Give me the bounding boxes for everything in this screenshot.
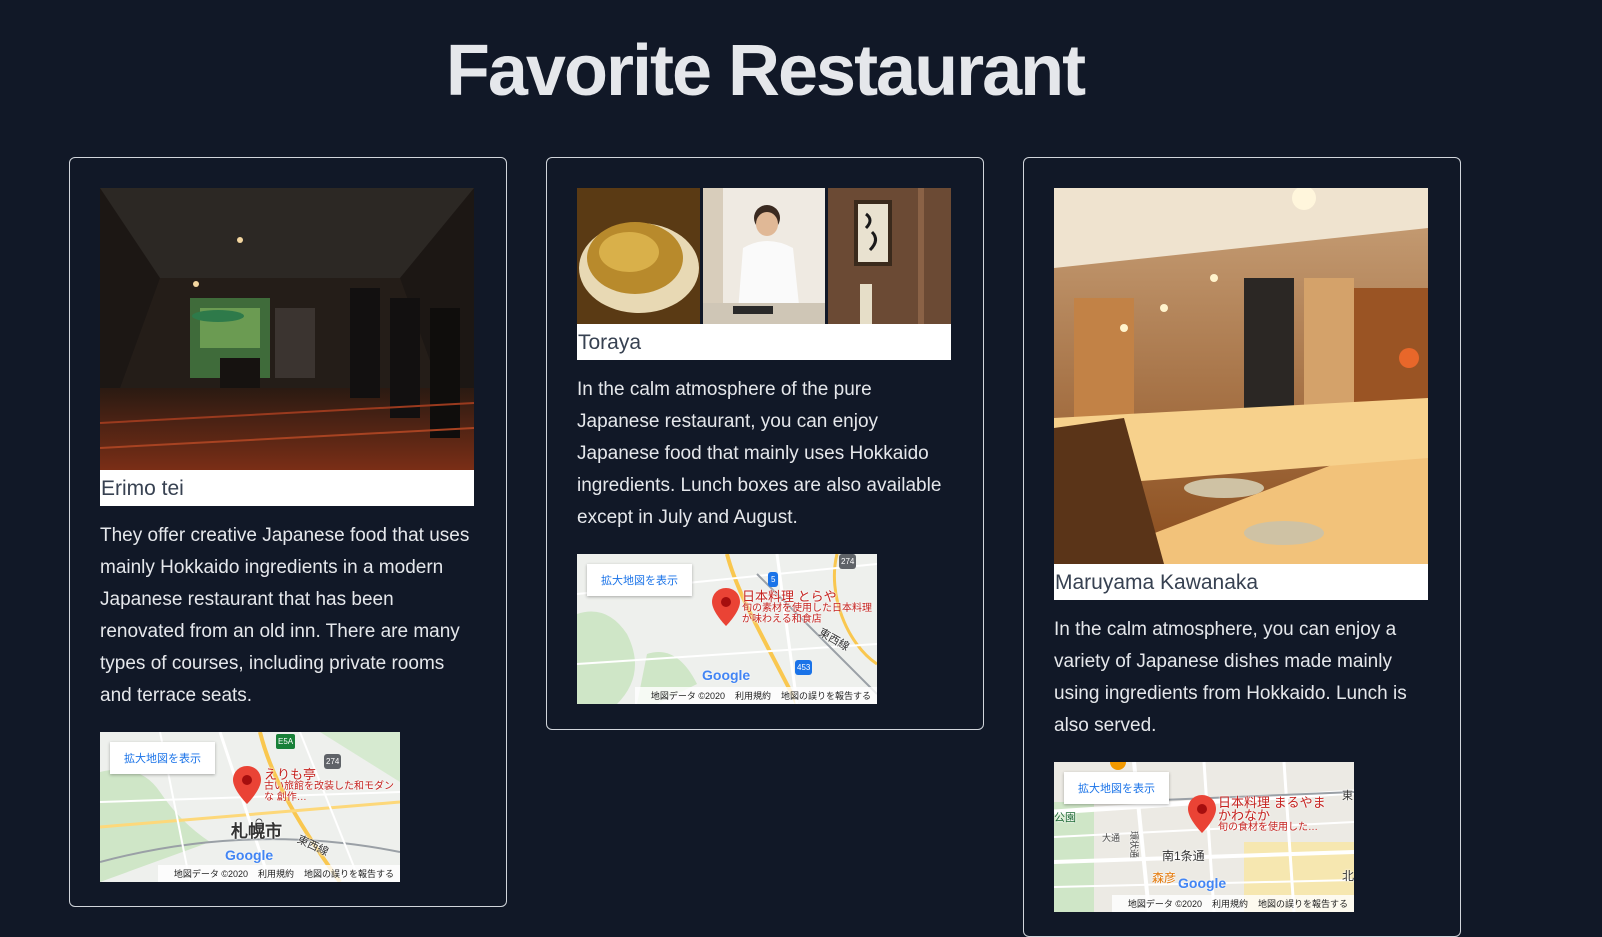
page-title: Favorite Restaurant xyxy=(445,31,1086,111)
map-road-label: E5A xyxy=(276,734,296,749)
restaurant-photo xyxy=(577,188,951,324)
restaurant-description: They offer creative Japanese food that u… xyxy=(100,525,470,706)
restaurant-map[interactable]: 拡大地図を表示 日本料理 まるやまかわなか 旬の食材を使用した… 公園 大通 南… xyxy=(1054,762,1354,912)
map-road-label: 274 xyxy=(839,554,857,569)
map-terms-link[interactable]: 利用規約 xyxy=(735,691,771,701)
map-place-desc: 旬の食材を使用した… xyxy=(1218,822,1318,833)
map-pin-icon xyxy=(712,588,740,626)
map-road-label: 453 xyxy=(795,660,813,675)
map-place-name: 日本料理 まるやまかわなか xyxy=(1218,795,1326,823)
map-street-label: 環状通 xyxy=(1129,830,1140,859)
enlarge-map-button[interactable]: 拡大地図を表示 xyxy=(1064,772,1169,804)
map-report-link[interactable]: 地図の誤りを報告する xyxy=(304,869,394,879)
restaurant-map[interactable]: 拡大地図を表示 えりも亭 古い旅館を改装した和モダンな 創作… 札幌市 東西線 … xyxy=(100,732,400,882)
restaurant-name: Toraya xyxy=(577,324,951,360)
restaurant-description: In the calm atmosphere, you can enjoy a … xyxy=(1054,619,1407,736)
map-shop-label: 森彦 xyxy=(1152,871,1177,885)
restaurant-photo xyxy=(1054,188,1428,564)
map-report-link[interactable]: 地図の誤りを報告する xyxy=(1258,899,1348,909)
restaurant-name: Maruyama Kawanaka xyxy=(1054,564,1428,600)
map-city-label: 札幌市 xyxy=(231,822,282,841)
map-report-link[interactable]: 地図の誤りを報告する xyxy=(781,691,871,701)
map-data-credit: 地図データ ©2020 xyxy=(173,869,248,879)
map-street-label: 南1条通 xyxy=(1162,849,1205,863)
map-north-label: 北 xyxy=(1342,869,1354,883)
map-place-label: 日本料理 まるやまかわなか 旬の食材を使用した… xyxy=(1218,796,1338,833)
map-place-desc: 古い旅館を改装した和モダンな 創作… xyxy=(264,781,394,803)
restaurant-card-erimo-tei: Erimo tei They offer creative Japanese f… xyxy=(69,157,507,907)
restaurant-name: Erimo tei xyxy=(100,470,474,506)
google-logo: Google xyxy=(1178,875,1227,891)
map-data-credit: 地図データ ©2020 xyxy=(1127,899,1202,909)
map-footer: 地図データ ©2020 利用規約 地図の誤りを報告する xyxy=(634,687,877,704)
restaurant-photo xyxy=(100,188,474,470)
map-road-label: 274 xyxy=(324,754,342,769)
restaurant-map[interactable]: 拡大地図を表示 日本料理 とらや 旬の素材を使用した日本料理が味わえる和食店 東… xyxy=(577,554,877,704)
map-terms-link[interactable]: 利用規約 xyxy=(258,869,294,879)
map-street-label: 大通 xyxy=(1102,833,1121,843)
google-logo: Google xyxy=(702,667,751,683)
map-terms-link[interactable]: 利用規約 xyxy=(1212,899,1248,909)
map-road-label: 5 xyxy=(768,572,779,587)
map-pin-icon xyxy=(1188,795,1216,833)
map-footer: 地図データ ©2020 利用規約 地図の誤りを報告する xyxy=(157,865,400,882)
photo-chef xyxy=(702,188,826,324)
map-data-credit: 地図データ ©2020 xyxy=(650,691,725,701)
restaurant-card-maruyama-kawanaka: Maruyama Kawanaka In the calm atmosphere… xyxy=(1023,157,1461,937)
restaurant-card-toraya: Toraya In the calm atmosphere of the pur… xyxy=(546,157,984,730)
enlarge-map-button[interactable]: 拡大地図を表示 xyxy=(110,742,215,774)
photo-entrance xyxy=(828,188,951,324)
enlarge-map-button[interactable]: 拡大地図を表示 xyxy=(587,564,692,596)
map-east-label: 東 xyxy=(1342,790,1353,802)
map-footer: 地図データ ©2020 利用規約 地図の誤りを報告する xyxy=(1111,895,1354,912)
photo-dish xyxy=(577,188,700,324)
map-place-name: 日本料理 とらや xyxy=(742,589,837,604)
map-place-desc: 旬の素材を使用した日本料理が味わえる和食店 xyxy=(742,603,872,625)
map-place-label: 日本料理 とらや 旬の素材を使用した日本料理が味わえる和食店 xyxy=(742,590,872,625)
map-place-label: えりも亭 古い旅館を改装した和モダンな 創作… xyxy=(264,768,394,803)
map-park-label: 公園 xyxy=(1054,812,1076,824)
restaurant-description: In the calm atmosphere of the pure Japan… xyxy=(577,379,942,528)
map-place-name: えりも亭 xyxy=(264,767,317,782)
map-pin-icon xyxy=(233,766,261,804)
google-logo: Google xyxy=(225,847,274,863)
